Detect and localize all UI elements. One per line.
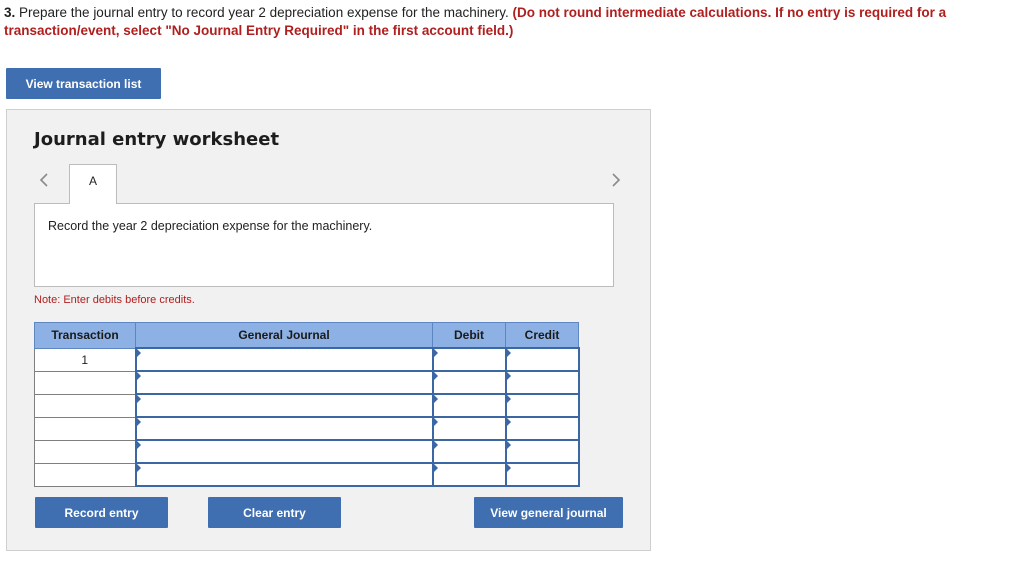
transaction-cell xyxy=(34,462,136,487)
clear-entry-button[interactable]: Clear entry xyxy=(208,497,341,528)
transaction-cell xyxy=(34,370,136,395)
debit-input[interactable] xyxy=(431,439,507,464)
column-header-debit: Debit xyxy=(432,322,506,349)
transaction-cell: 1 xyxy=(34,347,136,372)
account-input[interactable] xyxy=(134,393,434,418)
description-box: Record the year 2 depreciation expense f… xyxy=(34,203,614,287)
table-row xyxy=(34,439,580,464)
debit-input[interactable] xyxy=(431,462,507,487)
view-transaction-list-button[interactable]: View transaction list xyxy=(6,68,161,99)
column-header-credit: Credit xyxy=(505,322,579,349)
account-input[interactable] xyxy=(134,462,434,487)
next-arrow-icon[interactable] xyxy=(607,170,625,190)
description-text: Record the year 2 depreciation expense f… xyxy=(48,219,373,233)
view-general-journal-button[interactable]: View general journal xyxy=(474,497,623,528)
record-entry-button[interactable]: Record entry xyxy=(35,497,168,528)
question-body: Prepare the journal entry to record year… xyxy=(15,5,513,20)
credit-input[interactable] xyxy=(504,347,580,372)
tab-label: A xyxy=(88,173,97,188)
transaction-cell xyxy=(34,393,136,418)
credit-input[interactable] xyxy=(504,393,580,418)
table-row xyxy=(34,393,580,418)
debit-input[interactable] xyxy=(431,393,507,418)
debit-input[interactable] xyxy=(431,370,507,395)
debit-input[interactable] xyxy=(431,347,507,372)
transaction-cell xyxy=(34,439,136,464)
transaction-cell xyxy=(34,416,136,441)
debit-input[interactable] xyxy=(431,416,507,441)
account-input[interactable] xyxy=(134,439,434,464)
tab-a[interactable]: A xyxy=(69,164,117,204)
table-row xyxy=(34,416,580,441)
credit-input[interactable] xyxy=(504,439,580,464)
journal-table: Transaction General Journal Debit Credit… xyxy=(34,322,580,487)
question-text: 3. Prepare the journal entry to record y… xyxy=(4,4,1014,40)
table-row xyxy=(34,462,580,487)
account-input[interactable] xyxy=(134,416,434,441)
worksheet-title: Journal entry worksheet xyxy=(34,129,280,150)
account-input[interactable] xyxy=(134,370,434,395)
previous-arrow-icon[interactable] xyxy=(35,170,53,190)
column-header-general-journal: General Journal xyxy=(135,322,433,349)
table-row xyxy=(34,370,580,395)
question-number: 3. xyxy=(4,5,16,20)
credit-input[interactable] xyxy=(504,462,580,487)
account-input[interactable] xyxy=(134,347,434,372)
credit-input[interactable] xyxy=(504,416,580,441)
note-text: Note: Enter debits before credits. xyxy=(34,294,195,306)
table-row: 1 xyxy=(34,347,580,372)
column-header-transaction: Transaction xyxy=(34,322,136,349)
credit-input[interactable] xyxy=(504,370,580,395)
journal-entry-worksheet: Journal entry worksheet Record the year … xyxy=(6,109,651,551)
